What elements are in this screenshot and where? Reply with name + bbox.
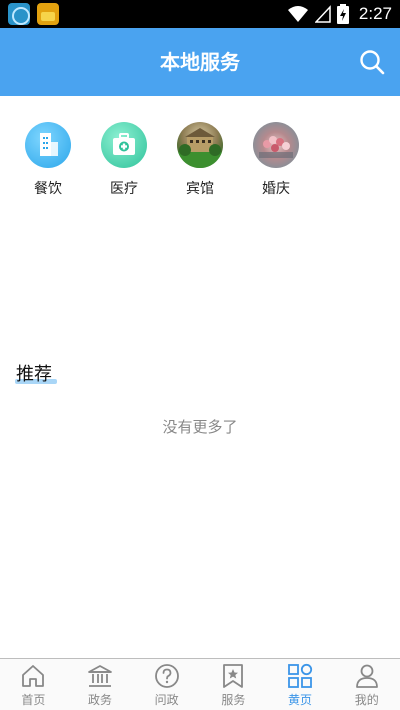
hotel-photo [177,122,223,168]
status-bar: 2:27 [0,0,400,28]
page-title: 本地服务 [160,50,240,74]
category-label: 婚庆 [262,181,290,197]
tab-label: 黄页 [288,693,313,707]
signal-icon [314,5,331,23]
question-icon [154,664,179,688]
tab-inquiry[interactable]: 问政 [133,659,200,710]
tab-profile[interactable]: 我的 [333,659,400,710]
tab-yellow-pages[interactable]: 黄页 [267,659,334,710]
tab-label: 问政 [154,693,179,707]
battery-icon [336,4,349,24]
bottom-navigation: 首页 政务 问政 服务 黄页 我的 [0,658,400,710]
medical-kit-icon [101,122,147,168]
tab-label: 政务 [88,693,113,707]
wifi-icon [287,6,308,22]
category-grid: 餐饮 医疗 宾馆 婚庆 [0,120,400,210]
category-hotel[interactable]: 宾馆 [165,120,235,198]
status-time: 2:27 [358,4,392,23]
category-wedding[interactable]: 婚庆 [241,120,311,198]
tab-label: 服务 [221,693,246,707]
tab-home[interactable]: 首页 [0,659,67,710]
tab-services[interactable]: 服务 [200,659,267,710]
section-title: 推荐 [16,364,52,385]
tab-label: 我的 [354,693,379,707]
service-bookmark-icon [223,664,244,688]
home-icon [22,665,45,687]
store-notification-icon [37,3,59,25]
tab-label: 首页 [21,693,46,707]
empty-list-text: 没有更多了 [162,418,238,436]
grid-apps-icon [288,663,313,688]
category-label: 餐饮 [34,181,62,197]
category-medical[interactable]: 医疗 [89,120,159,198]
tab-government[interactable]: 政务 [67,659,134,710]
government-building-icon [88,665,112,687]
category-food[interactable]: 餐饮 [13,120,83,198]
app-header: 本地服务 [0,28,400,96]
app-notification-icon [8,3,30,25]
search-icon[interactable] [358,48,386,76]
wedding-photo [253,122,299,168]
category-label: 医疗 [110,181,138,197]
building-icon [25,122,71,168]
category-label: 宾馆 [186,181,214,197]
user-icon [355,664,378,688]
